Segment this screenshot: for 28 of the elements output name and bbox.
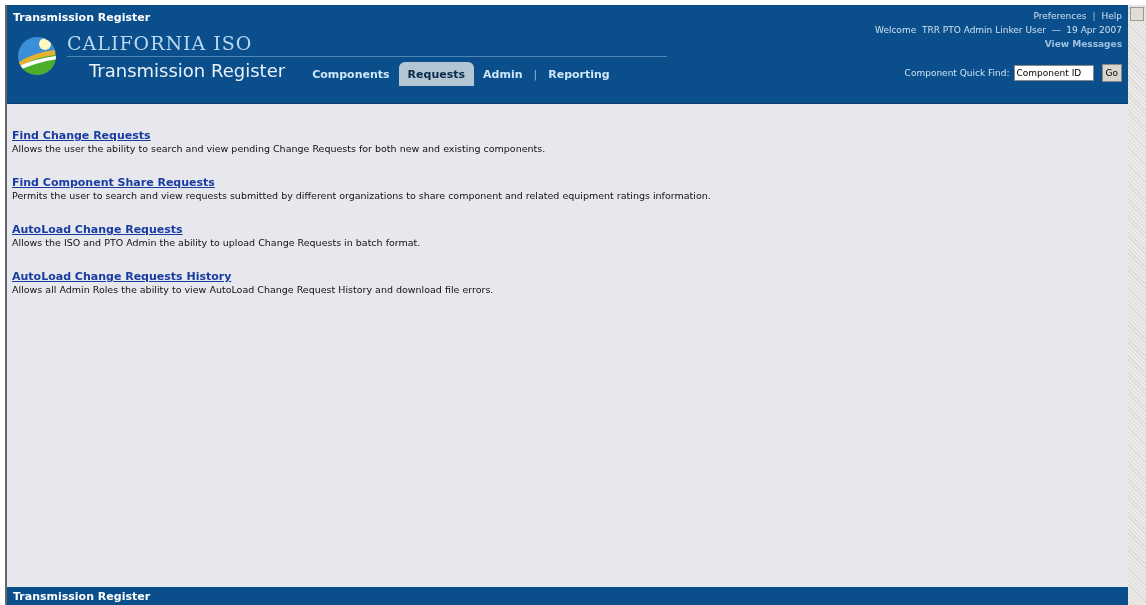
scroll-up-button[interactable] — [1130, 7, 1144, 21]
section-description: Allows all Admin Roles the ability to view AutoLoad Change Request History and download file errors. — [12, 284, 495, 295]
section-description: Allows the user the ability to search and view pending Change Requests for both new and existing components. — [12, 143, 547, 154]
section-link[interactable]: AutoLoad Change Requests — [12, 223, 183, 236]
section-description: Permits the user to search and view requests submitted by different organizations to share component and related equipment ratings information. — [12, 190, 712, 201]
section-link[interactable]: Find Component Share Requests — [12, 176, 215, 189]
go-button[interactable]: Go — [1101, 64, 1122, 82]
app-title: Transmission Register — [88, 59, 286, 83]
component-id-field[interactable]: Component ID — [1013, 65, 1094, 81]
separator: | — [532, 67, 539, 83]
nav-tab[interactable]: Components — [303, 62, 399, 86]
view-messages-link[interactable]: View Messages — [1044, 39, 1122, 49]
header-link[interactable]: Help — [1101, 11, 1122, 21]
scrollbar[interactable] — [1128, 5, 1146, 605]
welcome-text: Welcome TRR PTO Admin Linker User — 19 Apr 2007 — [875, 25, 1122, 35]
brand-name: CALIFORNIA ISO — [67, 32, 667, 57]
header-link[interactable]: Preferences — [1033, 11, 1087, 21]
section-description: Allows the ISO and PTO Admin the ability to upload Change Requests in batch format. — [12, 237, 422, 248]
section-link[interactable]: AutoLoad Change Requests History — [12, 270, 232, 283]
status-text: Transmission Register — [13, 589, 151, 603]
separator: | — [1092, 11, 1096, 21]
quick-find-label: Component Quick Find: — [904, 68, 1010, 78]
sun-hills-logo-icon — [17, 36, 57, 76]
section-link[interactable]: Find Change Requests — [12, 129, 151, 142]
nav-tab[interactable]: Requests — [398, 62, 475, 86]
nav-tab[interactable]: Admin — [474, 62, 532, 86]
nav-tab[interactable]: Reporting — [539, 62, 619, 86]
window-title: Transmission Register — [13, 11, 152, 24]
